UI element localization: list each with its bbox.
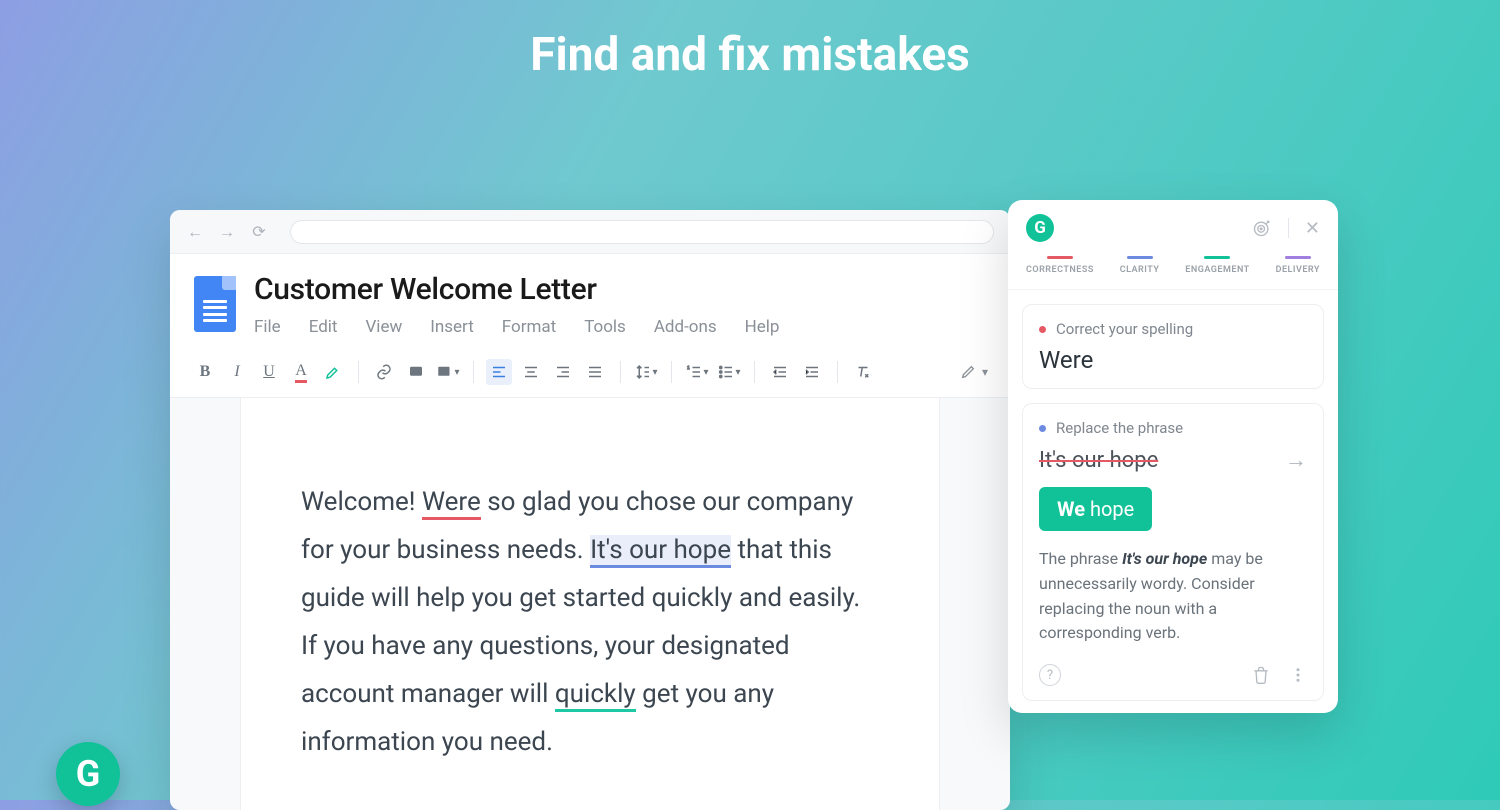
align-left-button[interactable] [486, 359, 512, 385]
category-dot-icon [1039, 326, 1046, 333]
tab-correctness[interactable]: CORRECTNESS [1026, 256, 1094, 275]
menu-view[interactable]: View [365, 317, 402, 337]
google-docs-icon [194, 276, 236, 332]
align-justify-button[interactable] [582, 359, 608, 385]
document-canvas: Welcome! Were so glad you chose our comp… [170, 398, 1010, 810]
panel-header: G ✕ [1008, 200, 1338, 252]
link-button[interactable] [371, 359, 397, 385]
trash-icon[interactable] [1251, 665, 1271, 685]
reload-icon[interactable]: ⟳ [250, 222, 268, 241]
image-button[interactable]: ▾ [435, 359, 461, 385]
highlight-button[interactable] [320, 359, 346, 385]
close-icon[interactable]: ✕ [1305, 218, 1320, 239]
menu-help[interactable]: Help [745, 317, 780, 337]
back-icon[interactable]: ← [186, 222, 204, 242]
toolbar: B I U A ▾ ▾ [170, 347, 1010, 398]
text-color-button[interactable]: A [288, 359, 314, 385]
spelling-error-underline[interactable]: Were [422, 487, 481, 520]
help-icon[interactable]: ? [1039, 664, 1061, 686]
svg-text:1: 1 [688, 365, 690, 370]
editing-mode-button[interactable]: ▾ [960, 364, 988, 380]
italic-button[interactable]: I [224, 359, 250, 385]
clarity-error-underline[interactable]: It's our hope [590, 535, 731, 568]
suggestion-card-spelling[interactable]: Correct your spelling Were [1022, 304, 1324, 389]
underline-button[interactable]: U [256, 359, 282, 385]
align-center-button[interactable] [518, 359, 544, 385]
menu-edit[interactable]: Edit [309, 317, 338, 337]
suggestion-card-replace[interactable]: Replace the phrase It's our hope → We ho… [1022, 403, 1324, 701]
url-bar[interactable] [290, 220, 994, 244]
line-spacing-button[interactable]: ▾ [633, 359, 659, 385]
suggestion-explanation: The phrase It's our hope may be unnecess… [1039, 547, 1307, 646]
grammarly-panel: G ✕ CORRECTNESS CLARITY ENGAGEMENT DELIV… [1008, 200, 1338, 713]
doc-text: Welcome! [301, 487, 422, 517]
bulleted-list-button[interactable]: ▾ [716, 359, 742, 385]
browser-window: ← → ⟳ Customer Welcome Letter File Edit … [170, 210, 1010, 810]
grammarly-floating-icon[interactable]: G [56, 742, 120, 806]
indent-increase-button[interactable] [799, 359, 825, 385]
original-phrase: It's our hope [1039, 448, 1158, 473]
indent-decrease-button[interactable] [767, 359, 793, 385]
suggestion-label: Replace the phrase [1056, 419, 1183, 437]
apply-suggestion-button[interactable]: We hope [1039, 487, 1152, 531]
menu-bar: File Edit View Insert Format Tools Add-o… [254, 317, 779, 337]
engagement-error-underline[interactable]: quickly [555, 679, 636, 712]
tab-engagement[interactable]: ENGAGEMENT [1185, 256, 1249, 275]
menu-tools[interactable]: Tools [584, 317, 626, 337]
goals-icon[interactable] [1252, 218, 1272, 238]
document-page[interactable]: Welcome! Were so glad you chose our comp… [240, 398, 940, 810]
menu-insert[interactable]: Insert [430, 317, 474, 337]
doc-header: Customer Welcome Letter File Edit View I… [170, 254, 1010, 337]
menu-file[interactable]: File [254, 317, 281, 337]
suggestion-label: Correct your spelling [1056, 320, 1193, 338]
category-dot-icon [1039, 425, 1046, 432]
align-right-button[interactable] [550, 359, 576, 385]
hero-title: Find and fix mistakes [0, 0, 1500, 82]
forward-icon[interactable]: → [218, 222, 236, 242]
grammarly-logo-icon: G [1026, 214, 1054, 242]
arrow-right-icon: → [1285, 447, 1307, 473]
category-tabs: CORRECTNESS CLARITY ENGAGEMENT DELIVERY [1008, 252, 1338, 290]
document-title[interactable]: Customer Welcome Letter [254, 272, 779, 307]
flagged-word: Were [1039, 346, 1307, 374]
menu-format[interactable]: Format [502, 317, 556, 337]
tab-delivery[interactable]: DELIVERY [1276, 256, 1320, 275]
clear-formatting-button[interactable] [850, 359, 876, 385]
menu-addons[interactable]: Add-ons [654, 317, 717, 337]
bold-button[interactable]: B [192, 359, 218, 385]
comment-button[interactable] [403, 359, 429, 385]
browser-chrome: ← → ⟳ [170, 210, 1010, 254]
more-icon[interactable] [1289, 666, 1307, 684]
tab-clarity[interactable]: CLARITY [1120, 256, 1160, 275]
numbered-list-button[interactable]: 1▾ [684, 359, 710, 385]
